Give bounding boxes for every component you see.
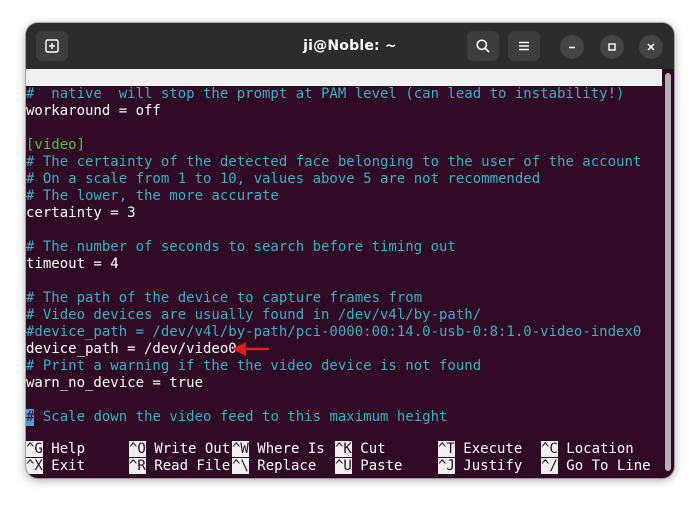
shortcut-item[interactable]: ^U Paste bbox=[335, 458, 402, 475]
shortcut-item[interactable]: ^J Justify bbox=[438, 458, 522, 475]
editor-line-text: timeout = 4 bbox=[26, 256, 119, 272]
editor-line-text: warn_no_device = true bbox=[26, 375, 204, 391]
maximize-button[interactable] bbox=[600, 35, 624, 59]
editor-line: workaround = off bbox=[26, 103, 662, 120]
shortcut-item[interactable]: ^O Write Out bbox=[129, 441, 230, 458]
editor-line-text: workaround = off bbox=[26, 103, 161, 119]
editor-line-text: # The number of seconds to search before… bbox=[26, 239, 456, 255]
shortcut-key: ^O bbox=[129, 441, 146, 457]
shortcut-item[interactable]: ^/ Go To Line bbox=[541, 458, 651, 475]
editor-line-text: # On a scale from 1 to 10, values above … bbox=[26, 171, 541, 187]
editor-line: # The path of the device to capture fram… bbox=[26, 290, 662, 307]
editor-line-text: # Video devices are usually found in /de… bbox=[26, 307, 482, 323]
editor-line: # Video devices are usually found in /de… bbox=[26, 307, 662, 324]
shortcut-key: ^W bbox=[232, 441, 249, 457]
editor-line: # Scale down the video feed to this maxi… bbox=[26, 409, 662, 426]
new-tab-button[interactable] bbox=[36, 31, 68, 61]
editor-line: # Print a warning if the the video devic… bbox=[26, 358, 662, 375]
editor-line: certainty = 3 bbox=[26, 205, 662, 222]
shortcut-row: ^X Exit ^R Read File ^\ Replace ^U Paste ^J … bbox=[26, 458, 662, 475]
shortcut-key: ^T bbox=[438, 441, 455, 457]
editor-line: [video] bbox=[26, 137, 662, 154]
shortcut-row: ^G Help ^O Write Out ^W Where Is ^K Cut ^T E… bbox=[26, 441, 662, 458]
search-icon bbox=[476, 39, 490, 53]
editor-line: timeout = 4 bbox=[26, 256, 662, 273]
red-arrow-icon bbox=[232, 342, 270, 356]
editor-line-text: # The path of the device to capture fram… bbox=[26, 290, 423, 306]
shortcut-label: Where Is bbox=[248, 441, 325, 457]
shortcut-key: ^/ bbox=[541, 458, 558, 474]
editor-line-text: # The lower, the more accurate bbox=[26, 188, 279, 204]
editor-line: # The number of seconds to search before… bbox=[26, 239, 662, 256]
shortcut-item[interactable]: ^K Cut bbox=[335, 441, 386, 458]
terminal-window: ji@Noble: ~ GNU nano 7.2 /etc/howdy/conf… bbox=[26, 23, 674, 478]
nano-header-bar: GNU nano 7.2 /etc/howdy/config.ini bbox=[26, 69, 662, 119]
editor-line-text: [video] bbox=[26, 137, 86, 153]
editor-line: # The certainty of the detected face bel… bbox=[26, 154, 662, 171]
editor-line-text: # native will stop the prompt at PAM lev… bbox=[26, 86, 625, 102]
maximize-icon bbox=[608, 43, 616, 51]
shortcut-key: ^J bbox=[438, 458, 455, 474]
shortcut-item[interactable]: ^R Read File bbox=[129, 458, 230, 475]
titlebar: ji@Noble: ~ bbox=[26, 23, 674, 69]
close-button[interactable] bbox=[639, 35, 663, 59]
shortcut-key: ^\ bbox=[232, 458, 249, 474]
minimize-button[interactable] bbox=[560, 35, 584, 59]
shortcut-label: Location bbox=[557, 441, 634, 457]
shortcut-label: Justify bbox=[454, 458, 523, 474]
shortcut-label: Help bbox=[42, 441, 86, 457]
shortcut-label: Cut bbox=[351, 441, 386, 457]
shortcut-key: ^X bbox=[26, 458, 43, 474]
shortcut-key: ^U bbox=[335, 458, 352, 474]
editor-line: # On a scale from 1 to 10, values above … bbox=[26, 171, 662, 188]
hamburger-menu-icon bbox=[519, 41, 529, 51]
editor-line: #device_path = /dev/v4l/by-path/pci-0000… bbox=[26, 324, 662, 341]
editor-line-text: #device_path = /dev/v4l/by-path/pci-0000… bbox=[26, 324, 642, 340]
menu-button[interactable] bbox=[508, 31, 540, 61]
shortcut-item[interactable]: ^X Exit bbox=[26, 458, 85, 475]
shortcut-item[interactable]: ^G Help bbox=[26, 441, 85, 458]
editor-line: device_path = /dev/video0 bbox=[26, 341, 662, 358]
shortcut-label: Read File bbox=[145, 458, 231, 474]
shortcut-item[interactable]: ^T Execute bbox=[438, 441, 522, 458]
scrollbar-thumb[interactable] bbox=[665, 73, 671, 471]
shortcut-label: Replace bbox=[248, 458, 317, 474]
shortcut-item[interactable]: ^W Where Is bbox=[232, 441, 325, 458]
search-button[interactable] bbox=[467, 31, 499, 61]
terminal-content[interactable]: GNU nano 7.2 /etc/howdy/config.ini # nat… bbox=[26, 69, 662, 478]
editor-line: # native will stop the prompt at PAM lev… bbox=[26, 86, 662, 103]
shortcut-item[interactable]: ^C Location bbox=[541, 441, 634, 458]
shortcut-key: ^G bbox=[26, 441, 43, 457]
new-tab-icon bbox=[45, 39, 59, 53]
shortcut-key: ^C bbox=[541, 441, 558, 457]
editor-line-text: # Print a warning if the the video devic… bbox=[26, 358, 482, 374]
shortcut-label: Execute bbox=[454, 441, 523, 457]
shortcut-key: ^R bbox=[129, 458, 146, 474]
close-icon bbox=[647, 43, 655, 51]
shortcut-label: Write Out bbox=[145, 441, 231, 457]
minimize-icon bbox=[569, 46, 575, 49]
editor-line-text: # The certainty of the detected face bel… bbox=[26, 154, 642, 170]
editor-line-text: device_path = /dev/video0 bbox=[26, 341, 237, 357]
shortcut-item[interactable]: ^\ Replace bbox=[232, 458, 316, 475]
shortcut-key: ^K bbox=[335, 441, 352, 457]
shortcut-label: Exit bbox=[42, 458, 86, 474]
editor-line: # The lower, the more accurate bbox=[26, 188, 662, 205]
shortcut-label: Paste bbox=[351, 458, 403, 474]
editor-line-text: certainty = 3 bbox=[26, 205, 136, 221]
shortcut-label: Go To Line bbox=[557, 458, 651, 474]
editor-line: warn_no_device = true bbox=[26, 375, 662, 392]
editor-line-text: Scale down the video feed to this maximu… bbox=[34, 409, 448, 425]
scrollbar[interactable] bbox=[662, 69, 674, 478]
